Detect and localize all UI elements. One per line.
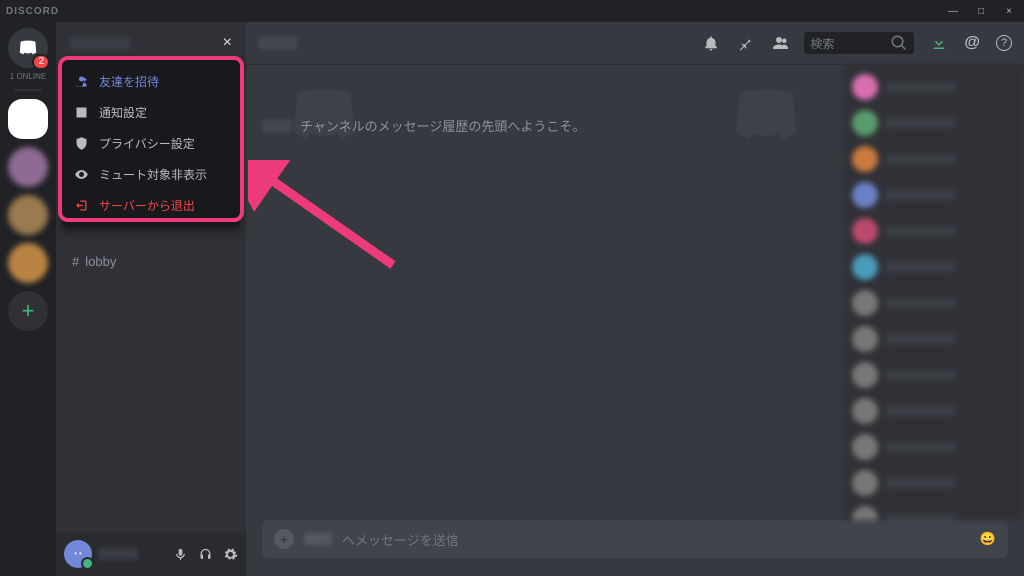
server-name	[70, 36, 130, 50]
chat-header: 検索 @ ?	[246, 22, 1024, 64]
menu-label: サーバーから退出	[99, 197, 195, 214]
message-composer[interactable]: + へメッセージを送信 😀	[262, 520, 1008, 558]
online-count: 1 ONLINE	[10, 72, 46, 81]
server-header[interactable]: ×	[56, 22, 246, 64]
eye-off-icon	[74, 167, 89, 182]
member-item[interactable]	[852, 362, 1016, 388]
server-menu-close-icon[interactable]: ×	[223, 34, 232, 52]
user-panel	[56, 532, 246, 576]
guild-separator	[14, 89, 42, 91]
member-item[interactable]	[852, 290, 1016, 316]
channel-item[interactable]: # lobby	[64, 250, 238, 273]
channel-title	[258, 36, 298, 50]
menu-label: ミュート対象非表示	[99, 166, 207, 183]
window-maximize-button[interactable]: □	[972, 6, 990, 17]
emoji-picker-icon[interactable]: 😀	[980, 531, 996, 547]
member-item[interactable]	[852, 326, 1016, 352]
add-server-button[interactable]: +	[8, 291, 48, 331]
discord-logo-icon	[70, 546, 86, 562]
mic-icon[interactable]	[173, 547, 188, 562]
menu-label: プライバシー設定	[99, 135, 195, 152]
home-button[interactable]: 2	[8, 28, 48, 68]
member-item[interactable]	[852, 218, 1016, 244]
titlebar: DISCORD — □ ×	[0, 0, 1024, 22]
headphones-icon[interactable]	[198, 547, 213, 562]
channel-name-blur	[262, 119, 292, 133]
composer-channel-blur	[304, 533, 332, 545]
watermark-icon	[274, 76, 374, 156]
mention-badge: 2	[32, 54, 50, 70]
member-list	[844, 64, 1024, 520]
window-close-button[interactable]: ×	[1000, 6, 1018, 17]
channel-name: lobby	[85, 254, 116, 269]
shield-icon	[74, 136, 89, 151]
help-icon[interactable]: ?	[996, 35, 1012, 51]
member-item[interactable]	[852, 434, 1016, 460]
menu-invite-friends[interactable]: 友達を招待	[62, 66, 240, 97]
watermark-icon	[716, 76, 816, 156]
menu-label: 通知設定	[99, 104, 147, 121]
window-minimize-button[interactable]: —	[944, 6, 962, 17]
current-user-avatar[interactable]	[64, 540, 92, 568]
member-item[interactable]	[852, 470, 1016, 496]
guild-item[interactable]	[8, 99, 48, 139]
hash-icon: #	[72, 254, 79, 269]
member-item[interactable]	[852, 110, 1016, 136]
message-list: チャンネルのメッセージ履歴の先頭へようこそ。	[246, 64, 844, 520]
invite-icon	[74, 74, 89, 89]
bell-icon[interactable]	[702, 34, 720, 52]
guild-item[interactable]	[8, 147, 48, 187]
titlebar-brand: DISCORD	[6, 6, 59, 17]
member-item[interactable]	[852, 254, 1016, 280]
bell-settings-icon	[74, 105, 89, 120]
search-box[interactable]: 検索	[804, 32, 914, 54]
gear-icon[interactable]	[223, 547, 238, 562]
search-icon	[890, 34, 908, 52]
menu-label: 友達を招待	[99, 73, 159, 90]
menu-leave-server[interactable]: サーバーから退出	[62, 190, 240, 221]
member-item[interactable]	[852, 182, 1016, 208]
chat-area: 検索 @ ? チャンネルのメッセージ履歴の先頭へようこそ。	[246, 22, 1024, 576]
menu-privacy-settings[interactable]: プライバシー設定	[62, 128, 240, 159]
member-item[interactable]	[852, 398, 1016, 424]
download-icon[interactable]	[930, 34, 948, 52]
leave-icon	[74, 198, 89, 213]
member-item[interactable]	[852, 506, 1016, 520]
guilds-column: 2 1 ONLINE +	[0, 22, 56, 576]
current-user-name	[98, 548, 138, 560]
members-icon[interactable]	[770, 34, 788, 52]
guild-item[interactable]	[8, 243, 48, 283]
member-item[interactable]	[852, 74, 1016, 100]
guild-item[interactable]	[8, 195, 48, 235]
attach-button[interactable]: +	[274, 529, 294, 549]
composer-placeholder: へメッセージを送信	[342, 530, 459, 549]
menu-notification-settings[interactable]: 通知設定	[62, 97, 240, 128]
pin-icon[interactable]	[736, 34, 754, 52]
menu-hide-muted[interactable]: ミュート対象非表示	[62, 159, 240, 190]
mentions-icon[interactable]: @	[964, 34, 980, 52]
server-dropdown-menu: 友達を招待 通知設定 プライバシー設定 ミュート対象非表示 サーバーから退出	[62, 60, 240, 227]
search-placeholder: 検索	[810, 35, 890, 52]
member-item[interactable]	[852, 146, 1016, 172]
